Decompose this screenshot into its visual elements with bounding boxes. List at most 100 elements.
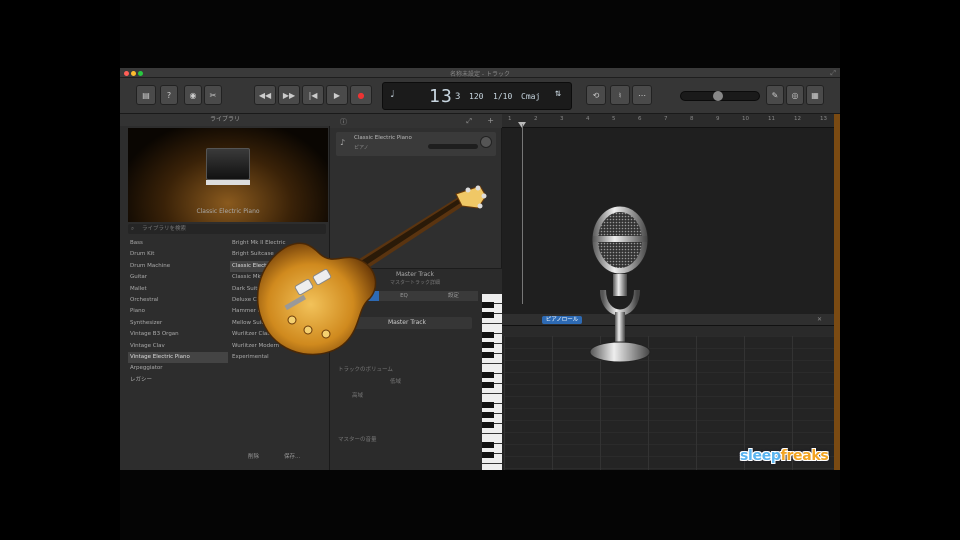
- fullscreen-icon[interactable]: ⤢: [830, 69, 836, 78]
- video-frame: 名称未設定 - トラック ⤢ ▤ ? ◉ ✂ ◀◀ ▶▶ |◀ ▶ ● ♩ 1 …: [120, 0, 840, 540]
- ruler-bar-number: 3: [560, 116, 564, 122]
- editors-button[interactable]: ✂: [204, 85, 222, 105]
- master-volume-label: マスターの音量: [338, 437, 377, 443]
- ruler-bar-number: 5: [612, 116, 616, 122]
- piano-track-icon: ♪: [340, 138, 346, 147]
- sleepfreaks-watermark: sleepfreaks: [740, 448, 829, 464]
- ruler-bar-number: 12: [794, 116, 801, 122]
- timeline-ruler[interactable]: 1 2 3 4 5 6 7 8 9 10 11 12 13: [502, 114, 840, 128]
- info-icon[interactable]: ⓘ: [340, 117, 347, 127]
- fast-forward-icon: ▶▶: [282, 90, 296, 100]
- media-browser-button[interactable]: ▦: [806, 85, 824, 105]
- scissors-icon: ✂: [209, 90, 217, 100]
- library-category-item[interactable]: Mallet: [128, 284, 228, 295]
- library-category-item[interactable]: Arpeggiator: [128, 363, 228, 374]
- media-icon: ▦: [811, 90, 819, 100]
- master-volume-slider[interactable]: [680, 91, 760, 101]
- library-category-item[interactable]: Orchestral: [128, 295, 228, 306]
- loop-icon: ◎: [791, 90, 799, 100]
- library-category-item[interactable]: Bass: [128, 238, 228, 249]
- black-key[interactable]: [482, 412, 494, 418]
- library-title: ライブラリ: [120, 114, 330, 126]
- tuner-icon: ♮: [618, 90, 622, 100]
- piano-roll-tab[interactable]: ピアノロール: [542, 316, 582, 324]
- volume-label: トラックのボリューム: [338, 367, 393, 373]
- library-category-item[interactable]: Drum Machine: [128, 261, 228, 272]
- lcd-time-signature: 1/10: [493, 92, 513, 101]
- black-key[interactable]: [482, 382, 494, 388]
- ruler-bar-number: 2: [534, 116, 538, 122]
- zoom-window-button[interactable]: [138, 71, 143, 76]
- rewind-button[interactable]: ◀◀: [254, 85, 276, 105]
- help-button[interactable]: ?: [160, 85, 178, 105]
- minimize-window-button[interactable]: [131, 71, 136, 76]
- black-key[interactable]: [482, 402, 494, 408]
- ruler-bar-number: 11: [768, 116, 775, 122]
- watermark-part-2: freaks: [780, 448, 829, 464]
- library-category-item[interactable]: Vintage Electric Piano: [128, 351, 228, 364]
- notepad-button[interactable]: ✎: [766, 85, 784, 105]
- track-header[interactable]: ♪ Classic Electric Piano ピアノ: [336, 132, 496, 156]
- library-category-item[interactable]: Drum Kit: [128, 249, 228, 260]
- library-icon: ▤: [142, 90, 150, 100]
- track-category: ピアノ: [354, 145, 369, 151]
- lcd-tempo: 120: [469, 92, 484, 101]
- count-in-button[interactable]: ⋯: [632, 85, 652, 105]
- track-volume-slider[interactable]: [428, 144, 478, 149]
- smart-controls-button[interactable]: ◉: [184, 85, 202, 105]
- knob-icon: ◉: [189, 90, 197, 100]
- microphone-head: [591, 205, 649, 275]
- black-key[interactable]: [482, 442, 494, 448]
- library-category-item[interactable]: Vintage Clav: [128, 341, 228, 352]
- library-category-item[interactable]: Guitar: [128, 272, 228, 283]
- guitar-body: [256, 242, 377, 356]
- track-pan-knob-icon[interactable]: [480, 136, 492, 148]
- library-category-list: Bass Drum Kit Drum Machine Guitar Mallet Orch…: [128, 238, 228, 386]
- save-patch-button[interactable]: 保存...: [284, 452, 300, 460]
- rewind-icon: ◀◀: [258, 90, 272, 100]
- library-category-item[interactable]: Vintage B3 Organ: [128, 329, 228, 340]
- editor-header: ピアノロール ✕: [502, 314, 840, 326]
- ruler-bar-number: 8: [690, 116, 694, 122]
- add-track-icon[interactable]: +: [487, 116, 494, 125]
- fast-forward-button[interactable]: ▶▶: [278, 85, 300, 105]
- lcd-bar: 1: [429, 86, 440, 107]
- close-window-button[interactable]: [124, 71, 129, 76]
- ruler-bar-number: 9: [716, 116, 720, 122]
- track-name: Classic Electric Piano: [354, 135, 412, 141]
- library-footer: 削除 保存...: [120, 448, 330, 464]
- tuner-button[interactable]: ♮: [610, 85, 630, 105]
- master-volume-knob[interactable]: [713, 91, 723, 101]
- search-icon: ⌕: [131, 226, 135, 232]
- play-button[interactable]: ▶: [326, 85, 348, 105]
- ruler-bar-number: 4: [586, 116, 590, 122]
- expand-icon[interactable]: ⤢: [466, 117, 472, 126]
- library-category-item[interactable]: Piano: [128, 306, 228, 317]
- notepad-icon: ✎: [771, 90, 779, 100]
- ruler-bar-number: 6: [638, 116, 642, 122]
- library-category-item[interactable]: レガシー: [128, 375, 228, 386]
- lcd-tick: 3: [455, 92, 461, 102]
- metronome-icon: ♩: [389, 89, 396, 100]
- record-button[interactable]: ●: [350, 85, 372, 105]
- play-icon: ▶: [333, 90, 341, 100]
- tracks-area[interactable]: 1 2 3 4 5 6 7 8 9 10 11 12 13: [502, 114, 840, 314]
- loop-browser-button[interactable]: ◎: [786, 85, 804, 105]
- cycle-icon: ⟲: [592, 90, 600, 100]
- toolbar: ▤ ? ◉ ✂ ◀◀ ▶▶ |◀ ▶ ● ♩ 1 3 3 120 1/10 Cm…: [120, 78, 840, 114]
- library-button[interactable]: ▤: [136, 85, 156, 105]
- window-title: 名称未設定 - トラック: [450, 71, 510, 78]
- black-key[interactable]: [482, 372, 494, 378]
- editor-ruler[interactable]: [502, 326, 840, 336]
- lcd-display[interactable]: ♩ 1 3 3 120 1/10 Cmaj ⇅: [382, 82, 572, 110]
- delete-patch-button[interactable]: 削除: [248, 452, 259, 460]
- electric-piano-image: [206, 148, 250, 180]
- black-key[interactable]: [482, 452, 494, 458]
- vintage-microphone-image: [589, 205, 651, 363]
- editor-close-icon[interactable]: ✕: [817, 316, 822, 323]
- go-to-beginning-button[interactable]: |◀: [302, 85, 324, 105]
- black-key[interactable]: [482, 422, 494, 428]
- library-category-item[interactable]: Synthesizer: [128, 318, 228, 329]
- piano-roll-editor[interactable]: ピアノロール ✕: [502, 314, 840, 470]
- cycle-button[interactable]: ⟲: [586, 85, 606, 105]
